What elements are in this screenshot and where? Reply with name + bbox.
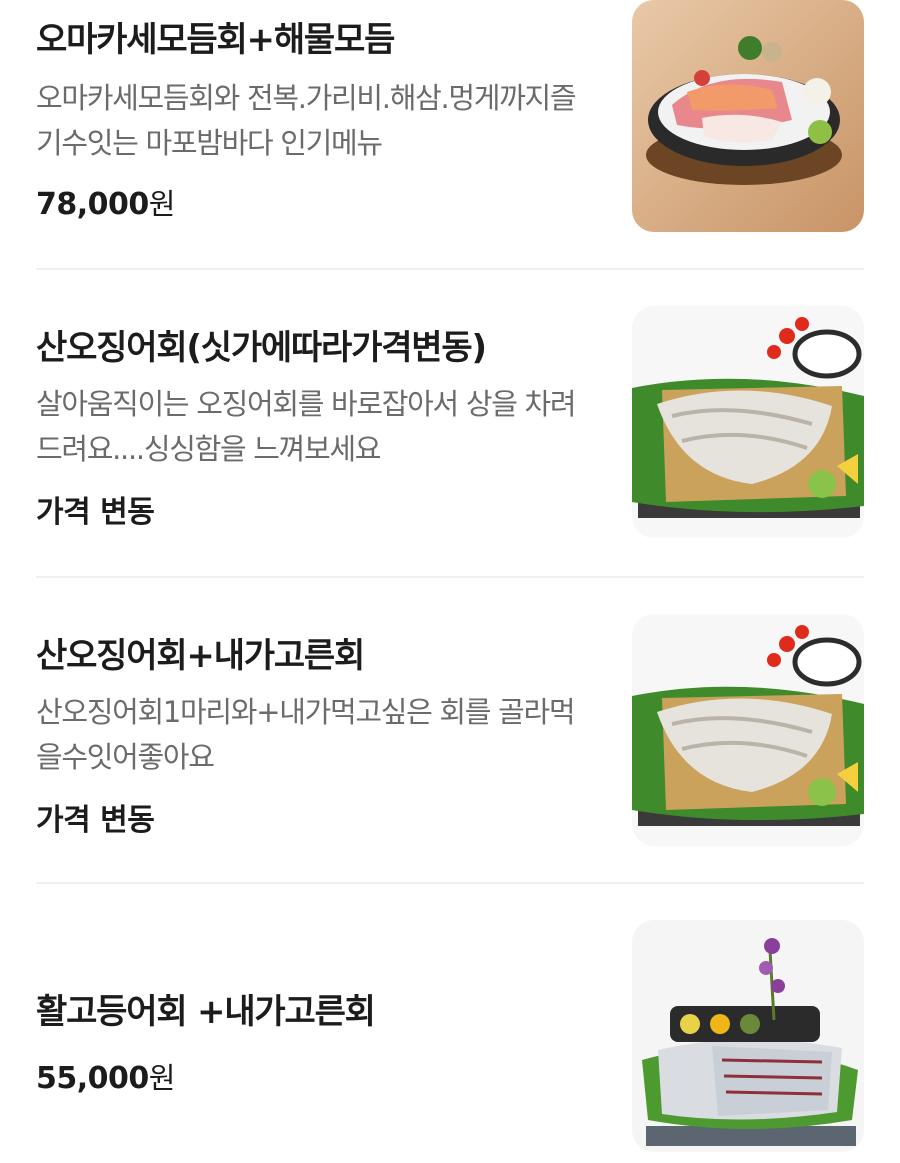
menu-item-price: 78,000원 — [36, 184, 606, 225]
menu-item[interactable]: 활고등어회 +내가고른회 55,000원 — [36, 920, 864, 1152]
price-value: 가격 변동 — [36, 495, 155, 530]
mackerel-sashimi-photo[interactable] — [632, 920, 864, 1152]
price-unit: 원 — [148, 187, 176, 221]
price-value: 78,000 — [36, 187, 149, 222]
menu-item-description: 산오징어회1마리와+내가먹고싶은 회를 골라먹을수잇어좋아요 — [36, 695, 576, 774]
menu-item[interactable]: 산오징어회+내가고른회 산오징어회1마리와+내가먹고싶은 회를 골라먹을수잇어좋… — [36, 614, 864, 846]
price-value: 가격 변동 — [36, 803, 155, 838]
divider — [36, 882, 864, 884]
squid-sashimi-image — [632, 306, 864, 538]
menu-item-text: 활고등어회 +내가고른회 55,000원 — [36, 920, 606, 1099]
menu-item-name: 산오징어회+내가고른회 — [36, 636, 365, 676]
squid-sashimi-image — [632, 614, 864, 846]
squid-sashimi-photo[interactable] — [632, 306, 864, 538]
menu-item-price: 55,000원 — [36, 1058, 606, 1099]
divider — [36, 576, 864, 578]
menu-item-price: 가격 변동 — [36, 492, 606, 533]
price-unit: 원 — [148, 1061, 176, 1095]
price-value: 55,000 — [36, 1061, 149, 1096]
menu-item-name: 오마카세모듬회+해물모듬 — [36, 20, 395, 60]
menu-item[interactable]: 산오징어회(싯가에따라가격변동) 살아움직이는 오징어회를 바로잡아서 상을 차… — [36, 306, 864, 538]
squid-sashimi-photo[interactable] — [632, 614, 864, 846]
menu-item-text: 오마카세모듬회+해물모듬 오마카세모듬회와 전복.가리비.해삼.멍게까지즐기수잇… — [36, 0, 606, 225]
menu-item-text: 산오징어회+내가고른회 산오징어회1마리와+내가먹고싶은 회를 골라먹을수잇어좋… — [36, 614, 606, 841]
menu-item-description: 오마카세모듬회와 전복.가리비.해삼.멍게까지즐기수잇는 마포밤바다 인기메뉴 — [36, 81, 577, 160]
menu-item-price: 가격 변동 — [36, 800, 606, 841]
menu-item-text: 산오징어회(싯가에따라가격변동) 살아움직이는 오징어회를 바로잡아서 상을 차… — [36, 306, 606, 533]
menu-item-description: 살아움직이는 오징어회를 바로잡아서 상을 차려드려요....싱싱함을 느껴보세… — [36, 387, 577, 466]
menu-item-name: 활고등어회 +내가고른회 — [36, 992, 376, 1032]
divider — [36, 268, 864, 270]
mackerel-sashimi-image — [632, 920, 864, 1152]
menu-item-name: 산오징어회(싯가에따라가격변동) — [36, 328, 487, 368]
sashimi-platter-image — [632, 0, 864, 232]
menu-item[interactable]: 오마카세모듬회+해물모듬 오마카세모듬회와 전복.가리비.해삼.멍게까지즐기수잇… — [36, 0, 864, 232]
sashimi-platter-photo[interactable] — [632, 0, 864, 232]
menu-list: 오마카세모듬회+해물모듬 오마카세모듬회와 전복.가리비.해삼.멍게까지즐기수잇… — [0, 0, 900, 1163]
